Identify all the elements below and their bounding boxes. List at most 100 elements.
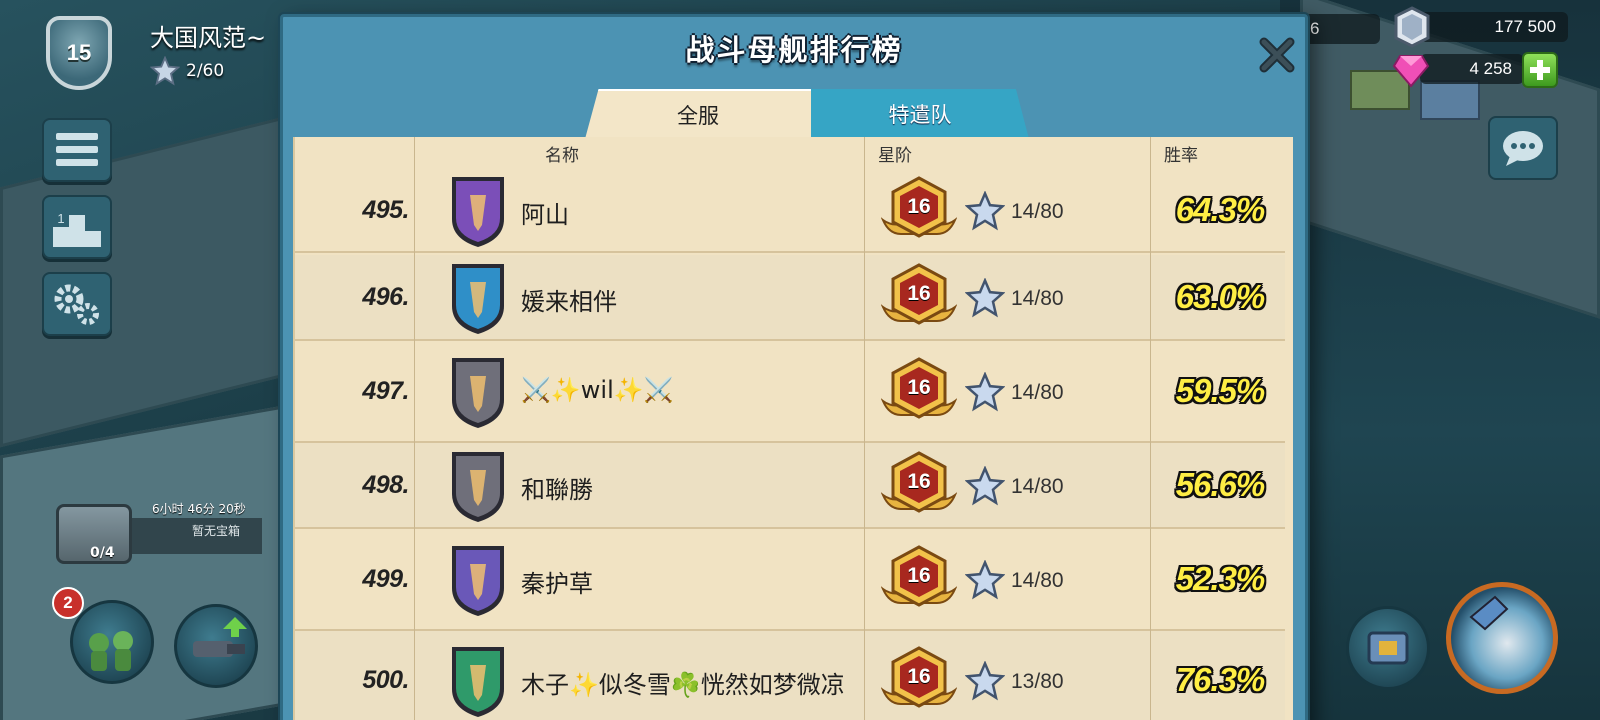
row-stars: 13/80 — [1011, 670, 1064, 693]
chevron-green-emblem-icon — [452, 647, 504, 717]
troops-button[interactable] — [70, 600, 154, 684]
row-stars: 14/80 — [1011, 475, 1064, 498]
row-rank: 496. — [362, 283, 409, 311]
headquarters-icon — [1367, 631, 1409, 665]
column-header-name: 名称 — [545, 146, 579, 166]
column-divider — [1150, 137, 1151, 720]
soldiers-icon — [89, 631, 133, 671]
player-stars-count: 2/60 — [186, 61, 225, 81]
panel-title: 战斗母舰排行榜 — [685, 33, 903, 67]
column-divider — [414, 137, 415, 720]
close-icon — [1259, 37, 1295, 73]
player-level: 15 — [66, 40, 92, 65]
settings-button[interactable] — [42, 272, 112, 336]
tier-number: 16 — [907, 195, 931, 218]
cannon-upgrade-icon — [193, 617, 247, 657]
table-header: 名称 星阶 胜率 — [295, 137, 1295, 169]
player-name: 大国风范~ — [150, 24, 267, 52]
tier-badge: 16 — [880, 357, 958, 427]
chat-bubble-icon — [1503, 131, 1543, 166]
fist-purple-emblem-icon — [452, 546, 504, 616]
leaderboard-row[interactable]: 499. 秦护草 16 14/80 52.3% — [295, 529, 1285, 631]
gunboat-upgrade-button[interactable] — [174, 604, 258, 688]
star-icon — [965, 661, 1005, 701]
row-stars: 14/80 — [1011, 569, 1064, 592]
svg-text:1: 1 — [57, 211, 64, 226]
attack-button[interactable] — [1446, 582, 1558, 694]
leaderboard-row[interactable]: 497. ⚔️✨wil✨⚔️ 16 14/80 59.5% — [295, 341, 1285, 443]
add-gems-button[interactable] — [1522, 52, 1558, 88]
tier-badge: 16 — [880, 263, 958, 333]
star-icon — [150, 56, 180, 86]
podium-icon: 1 — [53, 211, 101, 247]
row-winrate: 63.0% — [1175, 278, 1266, 315]
chest-status: 暂无宝箱 — [122, 518, 262, 554]
row-stars: 14/80 — [1011, 381, 1064, 404]
menu-button[interactable] — [42, 118, 112, 182]
player-level-badge[interactable]: 15 — [40, 10, 118, 98]
hamburger-icon — [56, 133, 98, 166]
leaderboard-table: 名称 星阶 胜率 495. 阿山 16 14/80 64.3% 496. 媛来相伴 16 14/… — [293, 137, 1293, 720]
sword-blue-emblem-icon — [452, 264, 504, 334]
column-divider — [864, 137, 865, 720]
gems-counter: 4 258 — [1420, 54, 1524, 84]
chest-timer: 6小时 46分 20秒 — [152, 502, 246, 516]
row-stars: 14/80 — [1011, 287, 1064, 310]
tier-number: 16 — [907, 470, 931, 493]
chest-slot[interactable]: 暂无宝箱 6小时 46分 20秒 0/4 — [52, 500, 262, 570]
gem-icon — [1392, 55, 1430, 88]
row-rank: 497. — [362, 377, 409, 405]
row-player-name: ⚔️✨wil✨⚔️ — [521, 376, 674, 404]
leaderboard-panel: 战斗母舰排行榜 全服 特遣队 名称 星阶 胜率 495. 阿山 16 14/80 64.… — [280, 14, 1308, 720]
row-rank: 500. — [362, 666, 409, 694]
resource-counter: 6 — [1300, 14, 1380, 44]
tier-number: 16 — [907, 282, 931, 305]
seahorse-gray-emblem-icon — [452, 358, 504, 428]
tier-badge: 16 — [880, 176, 958, 246]
row-winrate: 56.6% — [1175, 466, 1266, 503]
iron-icon — [1394, 6, 1430, 48]
tier-number: 16 — [907, 376, 931, 399]
row-stars: 14/80 — [1011, 200, 1064, 223]
row-winrate: 64.3% — [1175, 191, 1266, 228]
tab-task-force[interactable]: 特遣队 — [811, 89, 1029, 139]
leaderboard-row[interactable]: 496. 媛来相伴 16 14/80 63.0% — [295, 255, 1285, 341]
row-player-name: 和聯勝 — [521, 476, 593, 504]
column-header-winrate: 胜率 — [1164, 146, 1198, 166]
row-player-name: 媛来相伴 — [521, 288, 617, 316]
row-winrate: 76.3% — [1175, 661, 1266, 698]
map-button[interactable] — [1346, 606, 1430, 690]
tier-badge: 16 — [880, 451, 958, 521]
star-icon — [965, 466, 1005, 506]
tier-number: 16 — [907, 665, 931, 688]
wolf-purple-emblem-icon — [452, 177, 504, 247]
star-icon — [965, 560, 1005, 600]
close-button[interactable] — [1255, 33, 1299, 77]
plus-icon — [1530, 60, 1550, 80]
tier-badge: 16 — [880, 646, 958, 716]
leaderboard-row[interactable]: 495. 阿山 16 14/80 64.3% — [295, 169, 1285, 253]
leaderboard-row[interactable]: 500. 木子✨似冬雪☘️恍然如梦微凉 16 13/80 76.3% — [295, 631, 1285, 720]
seahorse-gray-emblem-icon — [452, 452, 504, 522]
star-icon — [965, 372, 1005, 412]
tier-badge: 16 — [880, 545, 958, 615]
chat-button[interactable] — [1488, 116, 1558, 180]
missile-icon — [1469, 595, 1509, 631]
tier-number: 16 — [907, 564, 931, 587]
player-stars: 2/60 — [150, 56, 224, 86]
tab-global[interactable]: 全服 — [585, 89, 811, 139]
leaderboard-row[interactable]: 498. 和聯勝 16 14/80 56.6% — [295, 443, 1285, 529]
row-player-name: 秦护草 — [521, 570, 593, 598]
leaderboard-button[interactable]: 1 — [42, 195, 112, 259]
row-winrate: 52.3% — [1175, 560, 1266, 597]
gears-icon — [54, 284, 99, 325]
star-icon — [965, 191, 1005, 231]
row-rank: 498. — [362, 471, 409, 499]
row-player-name: 阿山 — [521, 201, 569, 229]
chest-count: 0/4 — [90, 545, 115, 561]
column-header-tier: 星阶 — [878, 146, 912, 166]
row-rank: 495. — [362, 196, 409, 224]
star-icon — [965, 278, 1005, 318]
troops-notification-badge: 2 — [52, 587, 84, 619]
row-player-name: 木子✨似冬雪☘️恍然如梦微凉 — [521, 671, 845, 699]
